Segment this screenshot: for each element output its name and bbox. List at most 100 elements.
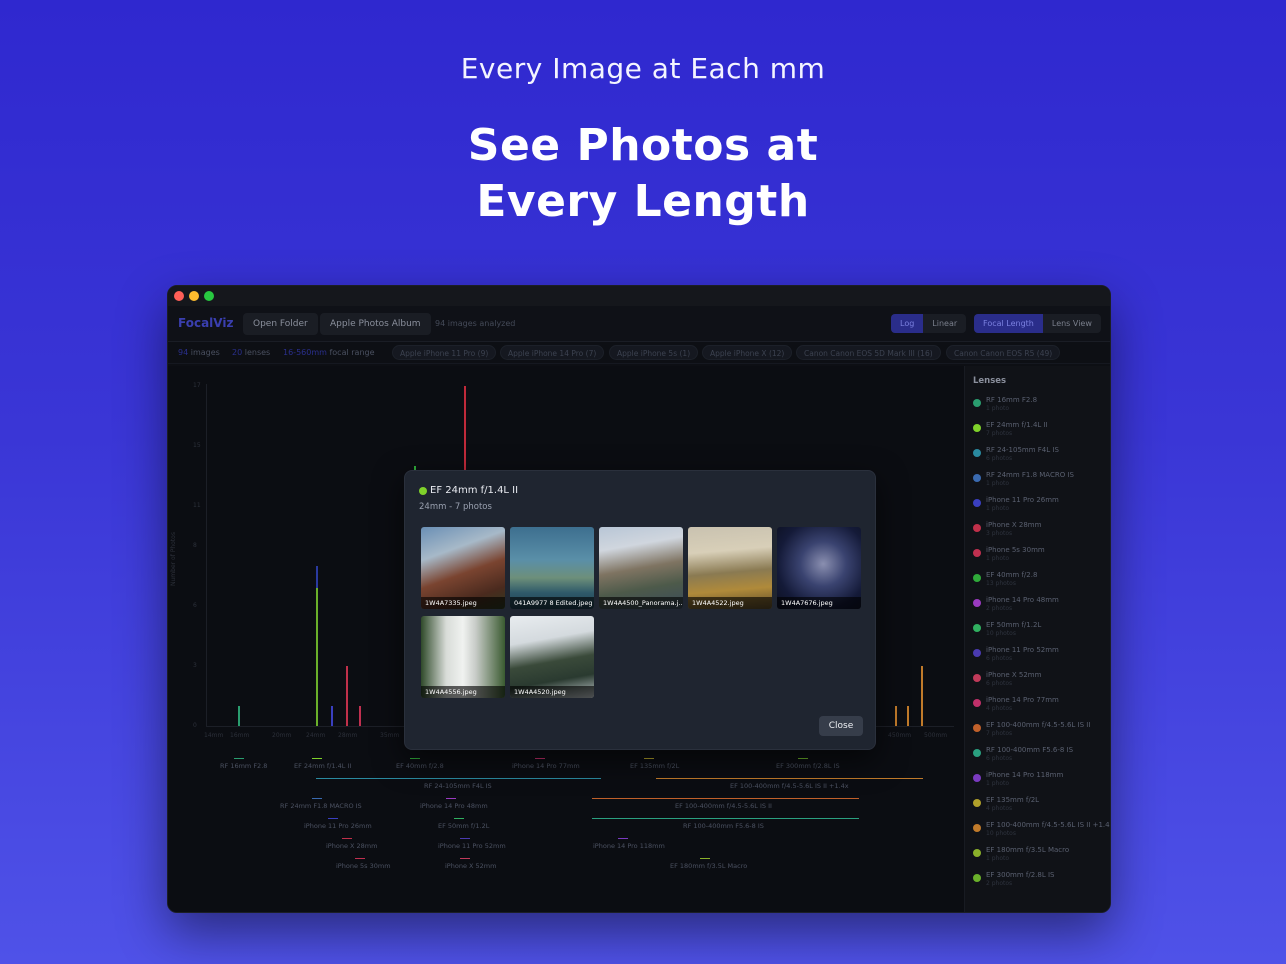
lens-name: EF 24mm f/1.4L II (986, 421, 1048, 429)
histogram-bar[interactable] (346, 666, 348, 726)
lens-name: iPhone 5s 30mm (986, 546, 1045, 554)
lens-name: iPhone X 28mm (986, 521, 1042, 529)
lens-photo-count: 7 photos (986, 730, 1013, 737)
lens-color-dot (973, 574, 981, 582)
histogram-bar[interactable] (907, 706, 909, 726)
app-logo: FocalViz (178, 316, 234, 330)
minimize-window-button[interactable] (189, 291, 199, 301)
lens-color-dot (973, 474, 981, 482)
lens-name: iPhone 11 Pro 52mm (986, 646, 1059, 654)
modal-title: EF 24mm f/1.4L II (430, 485, 519, 496)
scale-log-button[interactable]: Log (891, 314, 924, 333)
photo-thumbnail[interactable]: 1W4A4500_Panorama.j... (599, 527, 683, 609)
histogram-bar[interactable] (359, 706, 361, 726)
lens-range-line[interactable] (798, 758, 808, 759)
close-window-button[interactable] (174, 291, 184, 301)
lens-range-line[interactable] (592, 798, 859, 799)
lens-range-line[interactable] (656, 778, 923, 779)
images-analyzed-status: 94 images analyzed (435, 319, 516, 328)
zoom-window-button[interactable] (204, 291, 214, 301)
lens-range-label: RF 24mm F1.8 MACRO IS (280, 802, 362, 810)
lens-photo-count: 7 photos (986, 430, 1013, 437)
apple-photos-album-button[interactable]: Apple Photos Album (320, 313, 431, 335)
histogram-bar[interactable] (331, 706, 333, 726)
photo-thumbnail[interactable]: 1W4A7676.jpeg (777, 527, 861, 609)
y-tick: 11 (193, 502, 201, 509)
lens-view-button[interactable]: Lens View (1043, 314, 1101, 333)
lens-range-line[interactable] (460, 838, 470, 839)
photo-thumbnail[interactable]: 1W4A4522.jpeg (688, 527, 772, 609)
lenses-count: 20 (232, 348, 243, 357)
close-button[interactable]: Close (819, 716, 863, 736)
lens-range-line[interactable] (410, 758, 420, 759)
lens-range-line[interactable] (342, 838, 352, 839)
lens-color-dot (973, 599, 981, 607)
lens-name: EF 300mm f/2.8L IS (986, 871, 1055, 879)
lens-photo-count: 1 photo (986, 505, 1010, 512)
lens-name: RF 16mm F2.8 (986, 396, 1038, 404)
hero-title-line-2: Every Length (476, 176, 810, 227)
lens-photo-count: 1 photo (986, 555, 1010, 562)
lens-range-line[interactable] (316, 778, 601, 779)
lens-range-line[interactable] (700, 858, 710, 859)
hero-title-line-1: See Photos at (467, 120, 819, 171)
lens-color-dot (973, 624, 981, 632)
photo-filename: 1W4A4520.jpeg (510, 686, 594, 698)
lens-photo-count: 10 photos (986, 830, 1016, 837)
lens-color-dot (419, 487, 427, 495)
lens-range-line[interactable] (535, 758, 545, 759)
lens-range-line[interactable] (355, 858, 365, 859)
lens-range-line[interactable] (644, 758, 654, 759)
lens-range-line[interactable] (234, 758, 244, 759)
hero-title: See Photos at Every Length (0, 118, 1286, 230)
open-folder-button[interactable]: Open Folder (243, 313, 318, 335)
hero-subtitle: Every Image at Each mm (460, 52, 826, 85)
lens-name: RF 24mm F1.8 MACRO IS (986, 471, 1074, 479)
camera-filter-chip[interactable]: Apple iPhone 5s (1) (609, 345, 699, 360)
lens-name: EF 50mm f/1.2L (986, 621, 1042, 629)
lenses-sidebar: Lenses RF 16mm F2.8 1 photo EF 24mm f/1.4L… (964, 366, 1110, 912)
lens-range-line[interactable] (460, 858, 470, 859)
photo-filename: 041A9977 8 Edited.jpeg (510, 597, 594, 609)
camera-filter-chip[interactable]: Apple iPhone 14 Pro (7) (500, 345, 605, 360)
lens-range-line[interactable] (328, 818, 338, 819)
histogram-bar[interactable] (895, 706, 897, 726)
lens-range-line[interactable] (312, 798, 322, 799)
camera-filter-chip[interactable]: Apple iPhone 11 Pro (9) (392, 345, 497, 360)
lens-range-label: RF 100-400mm F5.6-8 IS (683, 822, 764, 830)
photo-thumbnail[interactable]: 1W4A4556.jpeg (421, 616, 505, 698)
x-tick: 450mm (888, 732, 912, 739)
window-titlebar (168, 286, 1110, 306)
lens-range-line[interactable] (454, 818, 464, 819)
x-tick: 20mm (272, 732, 292, 739)
histogram-bar[interactable] (921, 666, 923, 726)
lens-range-line[interactable] (592, 818, 859, 819)
y-axis-label: Number of Photos (170, 532, 177, 586)
camera-filter-chip[interactable]: Canon Canon EOS 5D Mark III (16) (796, 345, 941, 360)
stats-bar: 94 images 20 lenses 16-560mm focal range… (168, 342, 1110, 364)
lens-range-label: RF 24-105mm F4L IS (424, 782, 492, 790)
focal-range-label: focal range (329, 348, 375, 357)
lens-photo-count: 2 photos (986, 605, 1013, 612)
photo-thumbnail[interactable]: 041A9977 8 Edited.jpeg (510, 527, 594, 609)
photo-filename: 1W4A4522.jpeg (688, 597, 772, 609)
y-tick: 8 (193, 542, 197, 549)
histogram-bar[interactable] (316, 588, 318, 726)
camera-filter-chip[interactable]: Apple iPhone X (12) (702, 345, 793, 360)
lens-range-label: iPhone X 52mm (445, 862, 497, 870)
view-toggle: Focal Length Lens View (974, 314, 1101, 333)
lens-range-line[interactable] (618, 838, 628, 839)
focal-range-stat: 16-560mm focal range (283, 348, 375, 357)
photo-thumbnail[interactable]: 1W4A4520.jpeg (510, 616, 594, 698)
photo-thumbnail[interactable]: 1W4A7335.jpeg (421, 527, 505, 609)
histogram-bar[interactable] (238, 706, 240, 726)
camera-filter-chip[interactable]: Canon Canon EOS R5 (49) (946, 345, 1061, 360)
lens-range-line[interactable] (446, 798, 456, 799)
lens-range-label: iPhone 11 Pro 52mm (438, 842, 506, 850)
focal-length-view-button[interactable]: Focal Length (974, 314, 1043, 333)
scale-linear-button[interactable]: Linear (923, 314, 966, 333)
photo-filename: 1W4A7335.jpeg (421, 597, 505, 609)
y-tick: 0 (193, 722, 197, 729)
lens-name: iPhone 14 Pro 118mm (986, 771, 1064, 779)
lens-range-line[interactable] (312, 758, 322, 759)
